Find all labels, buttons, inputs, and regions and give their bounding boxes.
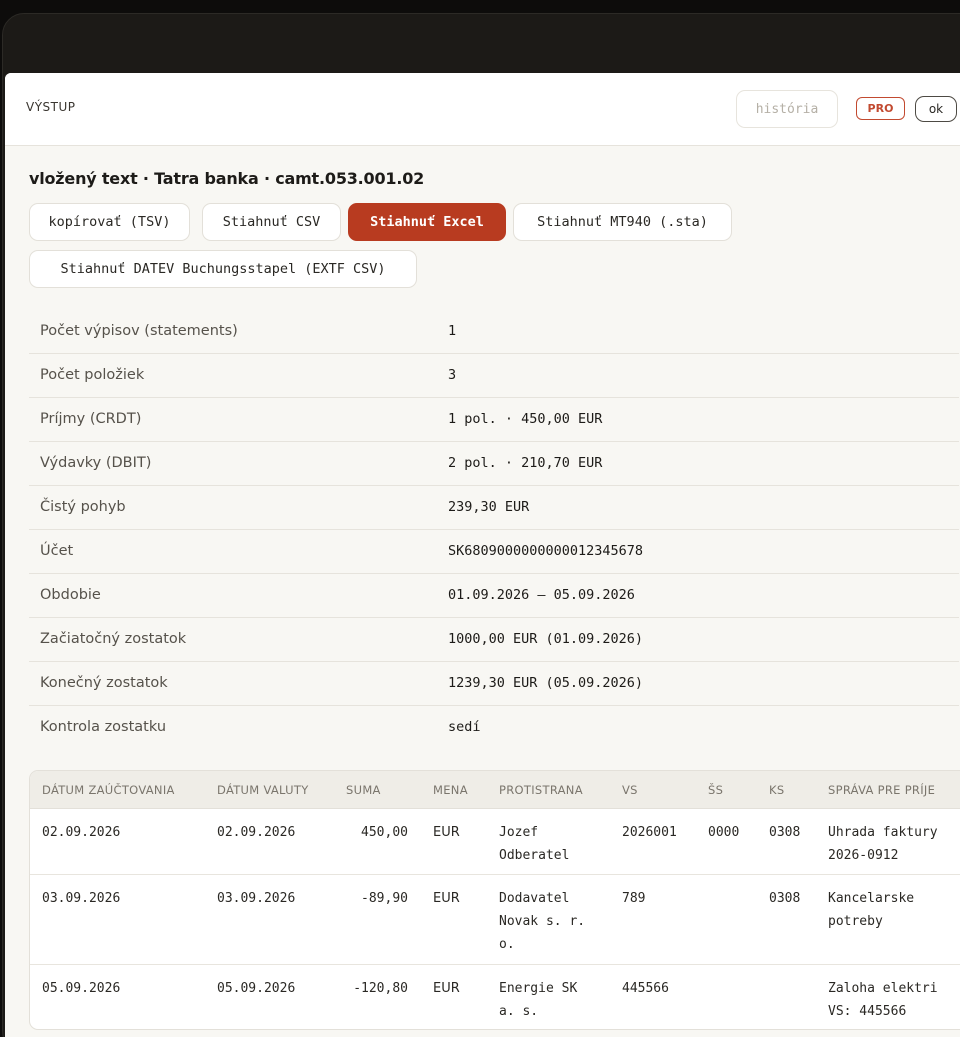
cell-amount: -120,80 [353, 981, 408, 996]
cell-booking-date: 02.09.2026 [42, 825, 121, 840]
summary-label: Začiatočný zostatok [40, 631, 187, 647]
cell-message: Zaloha elektri VS: 445566 [828, 981, 938, 1019]
download-datev-button[interactable]: Stiahnuť DATEV Buchungsstapel (EXTF CSV) [29, 250, 417, 288]
cell-vs: 789 [622, 891, 646, 906]
cell-booking-date: 03.09.2026 [42, 891, 121, 906]
cell-message: Kancelarske potreby [828, 891, 915, 929]
summary-value: 1239,30 EUR (05.09.2026) [448, 675, 644, 691]
summary-row: Počet výpisov (statements) 1 [29, 310, 959, 354]
cell-value-date: 02.09.2026 [217, 825, 296, 840]
summary-value: 01.09.2026 – 05.09.2026 [448, 587, 635, 603]
cell-counterparty: Jozef Odberatel [499, 825, 570, 863]
cell-vs: 445566 [622, 981, 669, 996]
summary-value: 3 [448, 367, 457, 383]
table-header: DÁTUM ZAÚČTOVANIA DÁTUM VALUTY SUMA MENA… [30, 771, 960, 809]
pro-badge: PRO [856, 97, 905, 120]
cell-booking-date: 05.09.2026 [42, 981, 121, 996]
summary-label: Počet výpisov (statements) [40, 323, 238, 339]
column-header[interactable]: VS [622, 783, 638, 797]
cell-ss: 0000 [708, 825, 740, 840]
cell-currency: EUR [433, 891, 460, 906]
summary-value: sedí [448, 719, 481, 735]
ok-button[interactable]: ok [915, 96, 957, 122]
summary-label: Účet [40, 543, 74, 559]
column-header[interactable]: ŠS [708, 783, 723, 797]
column-header[interactable]: KS [769, 783, 784, 797]
cell-counterparty: Energie SK a. s. [499, 981, 578, 1019]
cell-amount: 450,00 [361, 825, 408, 840]
summary-label: Obdobie [40, 587, 101, 603]
cell-amount: -89,90 [361, 891, 408, 906]
cell-ks: 0308 [769, 825, 801, 840]
cell-currency: EUR [433, 825, 460, 840]
source-info: vložený text · Tatra banka · camt.053.00… [29, 169, 425, 188]
summary-value: 1 pol. · 450,00 EUR [448, 411, 603, 427]
download-excel-button[interactable]: Stiahnuť Excel [348, 203, 506, 241]
cell-currency: EUR [433, 981, 460, 996]
summary-value: 2 pol. · 210,70 EUR [448, 455, 603, 471]
cell-ks: 0308 [769, 891, 801, 906]
column-header[interactable]: DÁTUM VALUTY [217, 783, 309, 797]
summary-row: Obdobie 01.09.2026 – 05.09.2026 [29, 574, 959, 618]
download-mt940-button[interactable]: Stiahnuť MT940 (.sta) [513, 203, 732, 241]
summary-value: SK6809000000000012345678 [448, 543, 644, 559]
summary-row: Počet položiek 3 [29, 354, 959, 398]
summary-row: Konečný zostatok 1239,30 EUR (05.09.2026) [29, 662, 959, 706]
cell-value-date: 05.09.2026 [217, 981, 296, 996]
cell-counterparty: Dodavatel Novak s. r. o. [499, 891, 586, 952]
summary-label: Kontrola zostatku [40, 719, 167, 735]
summary-value: 239,30 EUR [448, 499, 530, 515]
cell-vs: 2026001 [622, 825, 677, 840]
output-header: VÝSTUP história PRO ok [5, 73, 960, 146]
summary-value: 1000,00 EUR (01.09.2026) [448, 631, 644, 647]
column-header[interactable]: DÁTUM ZAÚČTOVANIA [42, 783, 175, 797]
column-header[interactable]: MENA [433, 783, 468, 797]
summary-label: Čistý pohyb [40, 499, 126, 515]
output-panel: VÝSTUP história PRO ok vložený text · Ta… [5, 73, 960, 1037]
copy-tsv-button[interactable]: kopírovať (TSV) [29, 203, 190, 241]
summary-row: Čistý pohyb 239,30 EUR [29, 486, 959, 530]
table-row[interactable]: 02.09.2026 02.09.2026 450,00 EUR Jozef O… [30, 809, 960, 875]
cell-message: Uhrada faktury 2026-0912 [828, 825, 938, 863]
output-title: VÝSTUP [26, 100, 76, 114]
transactions-table[interactable]: DÁTUM ZAÚČTOVANIA DÁTUM VALUTY SUMA MENA… [29, 770, 960, 1030]
summary-row: Začiatočný zostatok 1000,00 EUR (01.09.20… [29, 618, 959, 662]
summary-table: Počet výpisov (statements) 1 Počet položi… [29, 310, 959, 750]
table-row[interactable]: 03.09.2026 03.09.2026 -89,90 EUR Dodavat… [30, 875, 960, 965]
column-header[interactable]: SPRÁVA PRE PRÍJE [828, 783, 935, 797]
summary-label: Príjmy (CRDT) [40, 411, 142, 427]
column-header[interactable]: SUMA [346, 783, 381, 797]
column-header[interactable]: PROTISTRANA [499, 783, 583, 797]
summary-row: Účet SK6809000000000012345678 [29, 530, 959, 574]
history-button[interactable]: história [736, 90, 838, 128]
summary-row: Výdavky (DBIT) 2 pol. · 210,70 EUR [29, 442, 959, 486]
cell-value-date: 03.09.2026 [217, 891, 296, 906]
table-row[interactable]: 05.09.2026 05.09.2026 -120,80 EUR Energi… [30, 965, 960, 1029]
summary-label: Konečný zostatok [40, 675, 168, 691]
summary-label: Počet položiek [40, 367, 145, 383]
summary-row: Príjmy (CRDT) 1 pol. · 450,00 EUR [29, 398, 959, 442]
download-csv-button[interactable]: Stiahnuť CSV [202, 203, 341, 241]
summary-label: Výdavky (DBIT) [40, 455, 152, 471]
summary-value: 1 [448, 323, 457, 339]
summary-row: Kontrola zostatku sedí [29, 706, 959, 750]
